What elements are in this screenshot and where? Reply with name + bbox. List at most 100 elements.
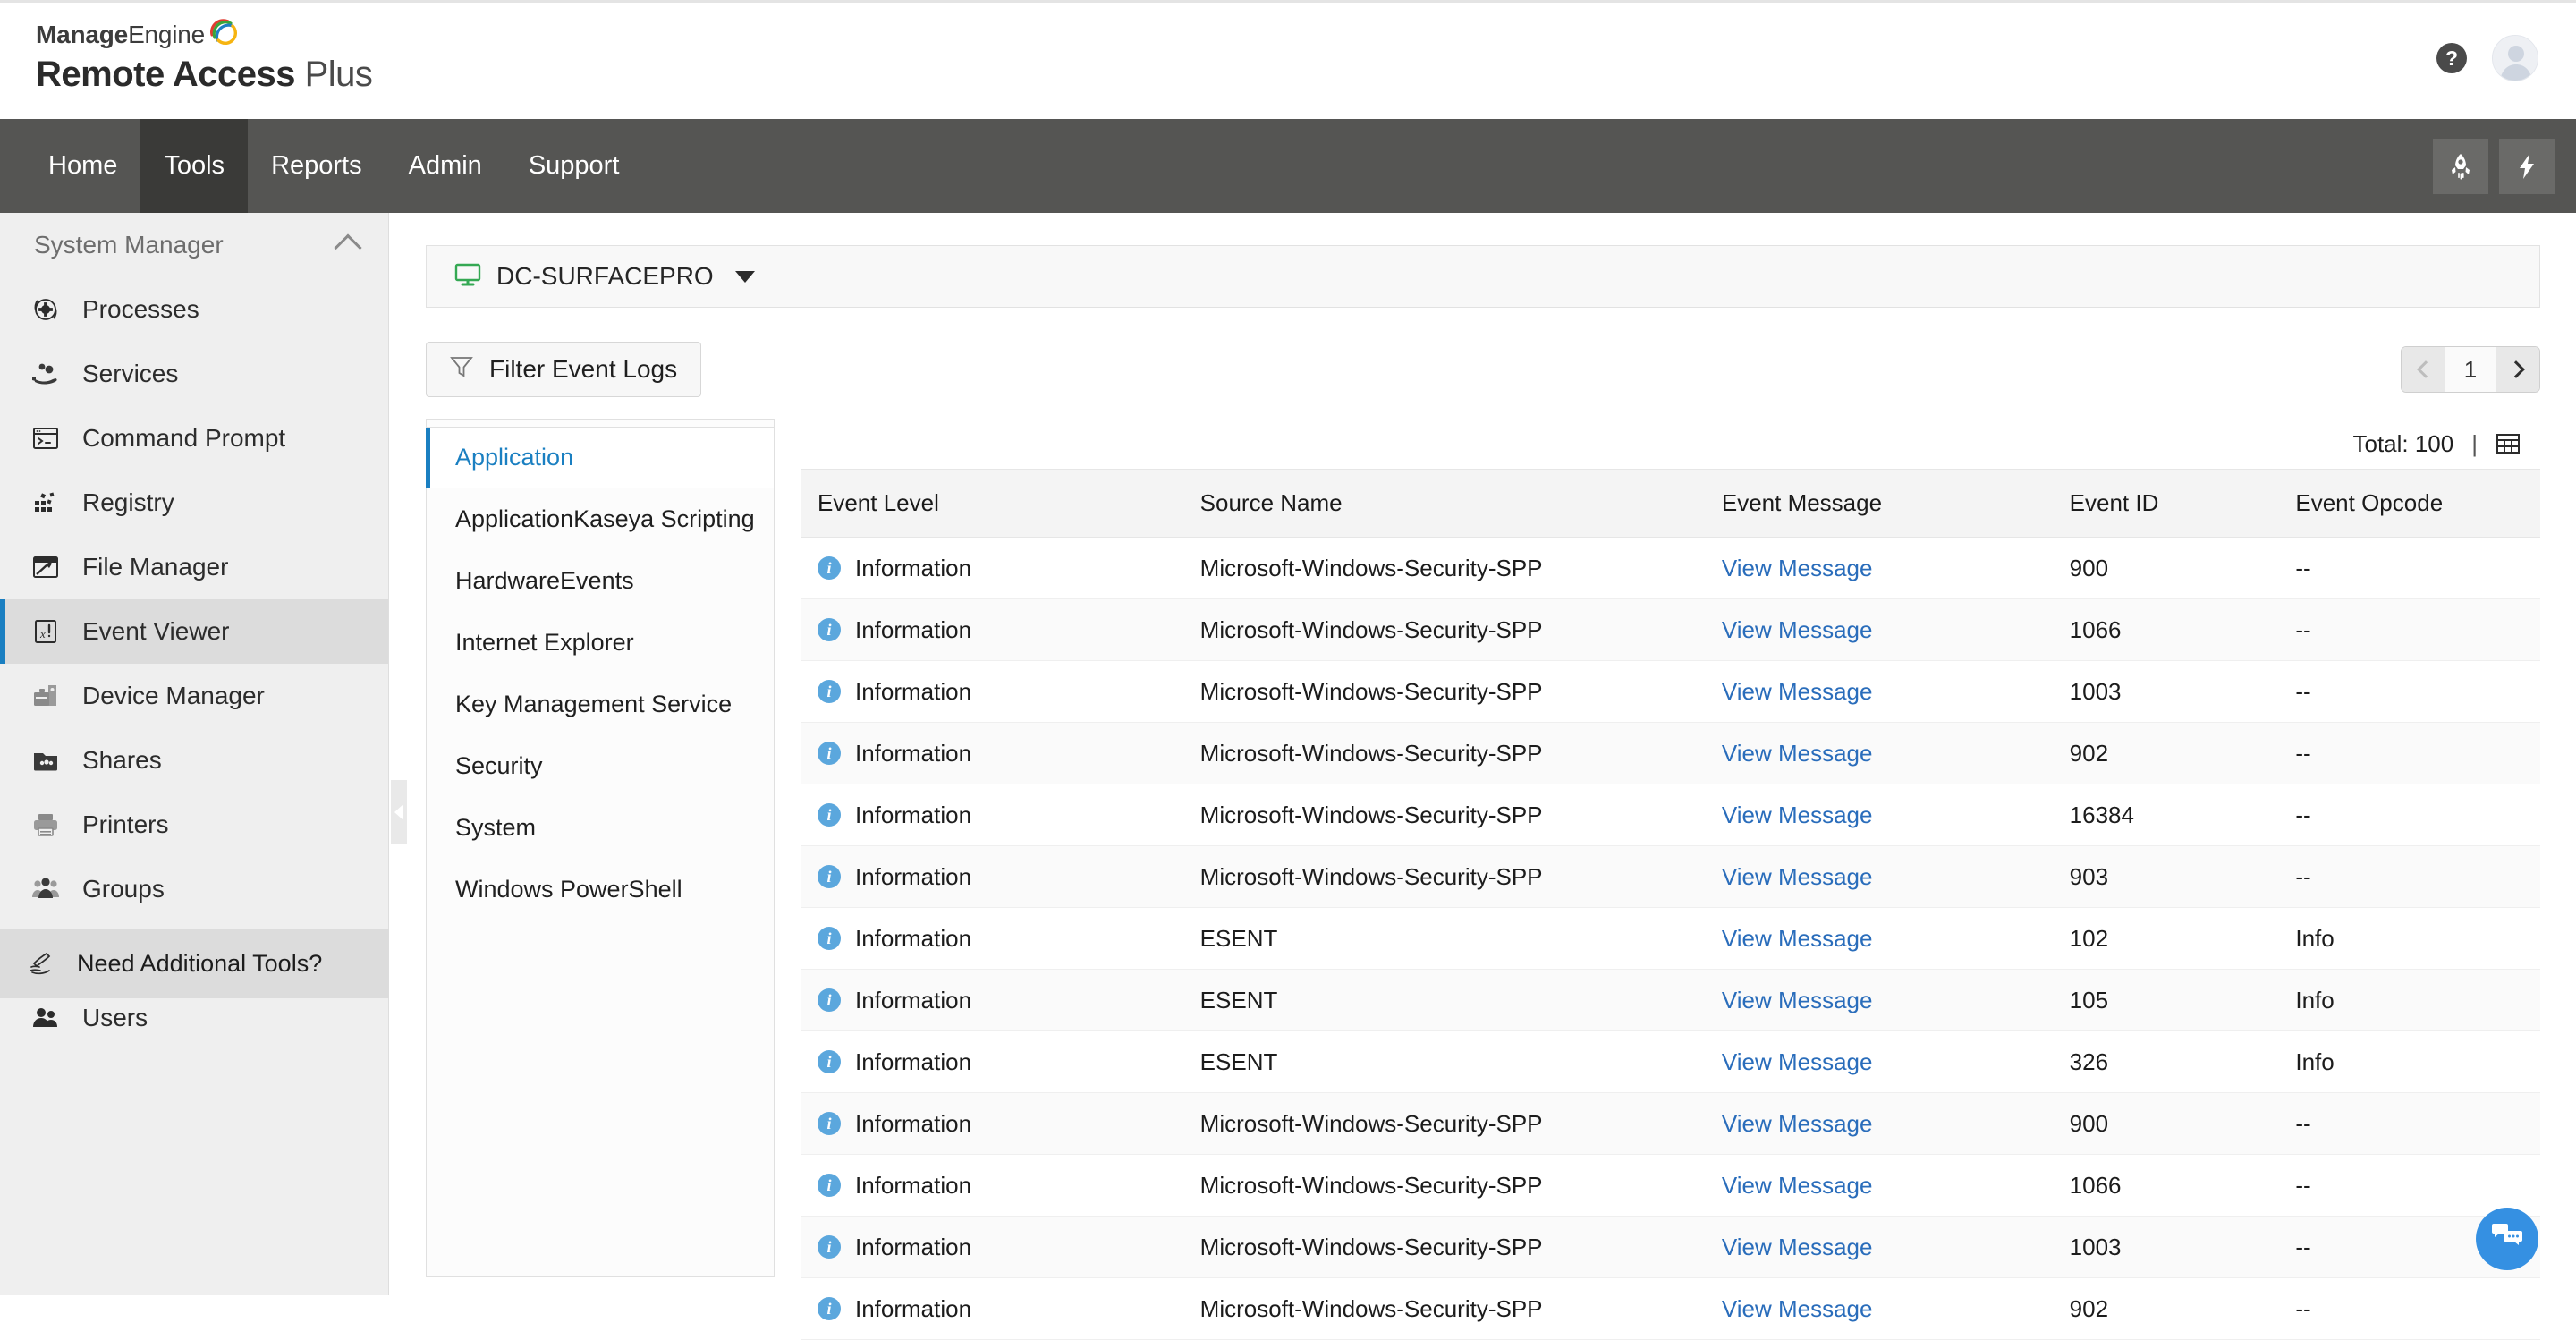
view-message-link[interactable]: View Message bbox=[1722, 678, 1873, 705]
nav-right-actions bbox=[2433, 119, 2576, 213]
cell-source-name: Microsoft-Windows-Security-SPP bbox=[1184, 599, 1706, 661]
filter-event-logs-button[interactable]: Filter Event Logs bbox=[426, 342, 701, 397]
view-message-link[interactable]: View Message bbox=[1722, 1172, 1873, 1199]
brand-logo[interactable]: ManageEngine Remote Access Plus bbox=[36, 22, 372, 95]
information-icon: i bbox=[818, 1297, 841, 1320]
view-message-link[interactable]: View Message bbox=[1722, 863, 1873, 890]
rocket-icon[interactable] bbox=[2433, 139, 2488, 194]
table-row[interactable]: iInformation Microsoft-Windows-Security-… bbox=[801, 538, 2540, 599]
device-selector[interactable]: DC-SURFACEPRO bbox=[426, 245, 2540, 308]
chevron-down-icon[interactable] bbox=[735, 271, 755, 283]
nav-item-support[interactable]: Support bbox=[505, 119, 643, 213]
table-row[interactable]: iInformation Microsoft-Windows-Security-… bbox=[801, 1155, 2540, 1217]
sidebar-item-services[interactable]: Services bbox=[0, 342, 388, 406]
col-header-event-message[interactable]: Event Message bbox=[1706, 470, 2054, 538]
chevron-up-icon[interactable] bbox=[334, 233, 361, 261]
need-additional-tools-button[interactable]: Need Additional Tools? bbox=[0, 929, 389, 998]
groups-icon bbox=[29, 872, 63, 906]
table-row[interactable]: iInformation Microsoft-Windows-Security-… bbox=[801, 846, 2540, 908]
file-manager-icon bbox=[29, 550, 63, 584]
sidebar-section-header[interactable]: System Manager bbox=[0, 213, 388, 277]
sidebar-item-label: Printers bbox=[82, 810, 168, 839]
sidebar-item-label: Registry bbox=[82, 488, 174, 517]
funnel-icon bbox=[450, 354, 473, 386]
view-message-link[interactable]: View Message bbox=[1722, 1048, 1873, 1075]
log-category-applicationkaseya-scripting[interactable]: ApplicationKaseya Scripting bbox=[427, 488, 774, 550]
toolbar: Filter Event Logs 1 bbox=[426, 340, 2540, 399]
cell-event-level: iInformation bbox=[801, 1155, 1184, 1217]
sidebar-item-groups[interactable]: Groups bbox=[0, 857, 388, 921]
col-header-event-opcode[interactable]: Event Opcode bbox=[2279, 470, 2540, 538]
sidebar-item-file-manager[interactable]: File Manager bbox=[0, 535, 388, 599]
cell-event-level: iInformation bbox=[801, 1278, 1184, 1340]
table-row[interactable]: iInformation Microsoft-Windows-Security-… bbox=[801, 1278, 2540, 1340]
col-header-event-id[interactable]: Event ID bbox=[2054, 470, 2280, 538]
table-row[interactable]: iInformation Microsoft-Windows-Security-… bbox=[801, 1093, 2540, 1155]
sidebar-item-processes[interactable]: Processes bbox=[0, 277, 388, 342]
nav-item-home[interactable]: Home bbox=[25, 119, 140, 213]
sidebar-collapse-handle[interactable] bbox=[391, 780, 407, 844]
cell-event-level: iInformation bbox=[801, 723, 1184, 784]
cell-event-id: 902 bbox=[2054, 723, 2280, 784]
nav-item-admin[interactable]: Admin bbox=[386, 119, 505, 213]
avatar[interactable] bbox=[2492, 35, 2538, 81]
nav-item-reports[interactable]: Reports bbox=[248, 119, 386, 213]
cell-event-opcode: -- bbox=[2279, 846, 2540, 908]
view-message-link[interactable]: View Message bbox=[1722, 987, 1873, 1013]
sidebar-item-label: Shares bbox=[82, 746, 162, 775]
sidebar-item-event-viewer[interactable]: x Event Viewer bbox=[0, 599, 388, 664]
chat-bubbles-icon bbox=[2490, 1222, 2524, 1257]
col-header-source-name[interactable]: Source Name bbox=[1184, 470, 1706, 538]
chat-widget-button[interactable] bbox=[2476, 1208, 2538, 1270]
log-category-hardwareevents[interactable]: HardwareEvents bbox=[427, 550, 774, 612]
manageengine-swirl-icon bbox=[207, 15, 237, 50]
information-icon: i bbox=[818, 803, 841, 827]
prev-page-button[interactable] bbox=[2402, 347, 2445, 392]
col-header-event-level[interactable]: Event Level bbox=[801, 470, 1184, 538]
current-page[interactable]: 1 bbox=[2445, 347, 2496, 392]
table-row[interactable]: iInformation Microsoft-Windows-Security-… bbox=[801, 661, 2540, 723]
cell-event-message: View Message bbox=[1706, 538, 2054, 599]
table-row[interactable]: iInformation Microsoft-Windows-Security-… bbox=[801, 599, 2540, 661]
cell-event-id: 1066 bbox=[2054, 599, 2280, 661]
cell-event-opcode: Info bbox=[2279, 1031, 2540, 1093]
log-category-system[interactable]: System bbox=[427, 797, 774, 859]
grid-view-icon[interactable] bbox=[2496, 432, 2521, 455]
view-message-link[interactable]: View Message bbox=[1722, 555, 1873, 581]
cell-event-message: View Message bbox=[1706, 723, 2054, 784]
table-row[interactable]: iInformation ESENT View Message 105 Info bbox=[801, 970, 2540, 1031]
log-category-security[interactable]: Security bbox=[427, 735, 774, 797]
sidebar-item-device-manager[interactable]: Device Manager bbox=[0, 664, 388, 728]
table-row[interactable]: iInformation Microsoft-Windows-Security-… bbox=[801, 1217, 2540, 1278]
view-message-link[interactable]: View Message bbox=[1722, 1295, 1873, 1322]
content-split: Application ApplicationKaseya Scripting … bbox=[426, 419, 2540, 1277]
cell-source-name: ESENT bbox=[1184, 1031, 1706, 1093]
view-message-link[interactable]: View Message bbox=[1722, 925, 1873, 952]
table-row[interactable]: iInformation ESENT View Message 326 Info bbox=[801, 1031, 2540, 1093]
log-category-windows-powershell[interactable]: Windows PowerShell bbox=[427, 859, 774, 920]
log-category-key-management-service[interactable]: Key Management Service bbox=[427, 674, 774, 735]
nav-item-tools[interactable]: Tools bbox=[140, 119, 248, 213]
view-message-link[interactable]: View Message bbox=[1722, 801, 1873, 828]
shares-icon bbox=[29, 743, 63, 777]
view-message-link[interactable]: View Message bbox=[1722, 1110, 1873, 1137]
view-message-link[interactable]: View Message bbox=[1722, 616, 1873, 643]
view-message-link[interactable]: View Message bbox=[1722, 740, 1873, 767]
sidebar-item-printers[interactable]: Printers bbox=[0, 793, 388, 857]
sidebar-item-command-prompt[interactable]: Command Prompt bbox=[0, 406, 388, 471]
event-table-area: Total: 100 | Event Level Sou bbox=[801, 419, 2540, 1277]
cell-event-level: iInformation bbox=[801, 784, 1184, 846]
log-category-internet-explorer[interactable]: Internet Explorer bbox=[427, 612, 774, 674]
table-row[interactable]: iInformation Microsoft-Windows-Security-… bbox=[801, 784, 2540, 846]
services-icon bbox=[29, 357, 63, 391]
table-row[interactable]: iInformation ESENT View Message 102 Info bbox=[801, 908, 2540, 970]
lightning-icon[interactable] bbox=[2499, 139, 2555, 194]
log-category-application[interactable]: Application bbox=[426, 427, 774, 488]
sidebar-item-shares[interactable]: Shares bbox=[0, 728, 388, 793]
view-message-link[interactable]: View Message bbox=[1722, 1234, 1873, 1260]
help-icon[interactable]: ? bbox=[2436, 43, 2467, 73]
table-row[interactable]: iInformation Microsoft-Windows-Security-… bbox=[801, 723, 2540, 784]
next-page-button[interactable] bbox=[2496, 347, 2539, 392]
cell-event-message: View Message bbox=[1706, 908, 2054, 970]
sidebar-item-registry[interactable]: Registry bbox=[0, 471, 388, 535]
